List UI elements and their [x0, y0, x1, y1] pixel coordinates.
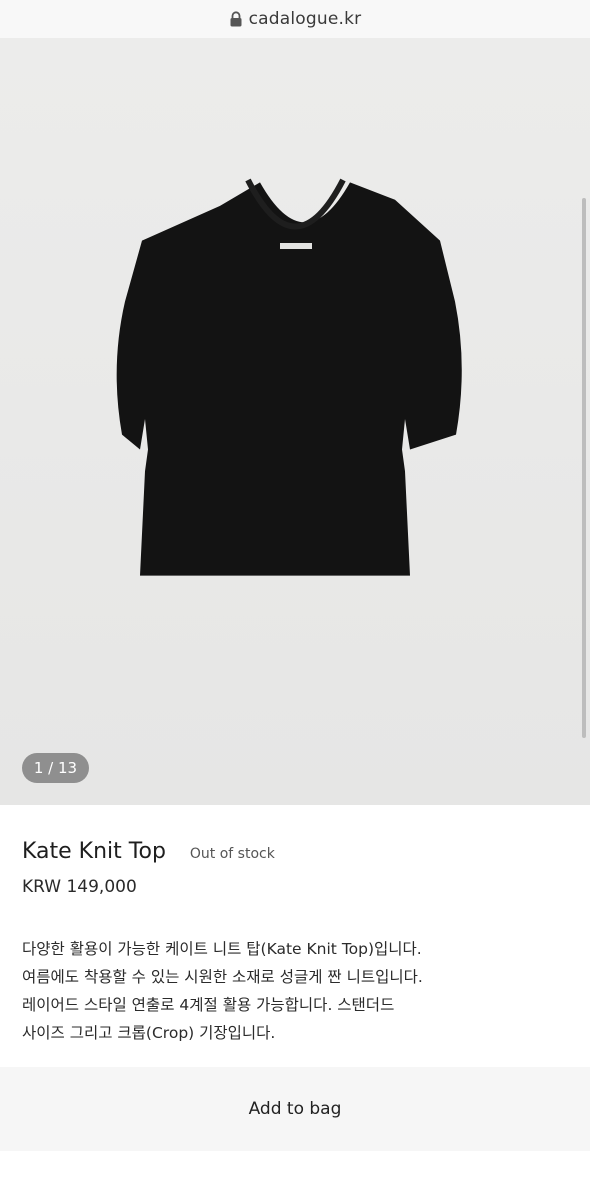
address-bar[interactable]: cadalogue.kr [0, 0, 590, 38]
title-row: Kate Knit Top Out of stock [22, 839, 275, 864]
product-description: 다양한 활용이 가능한 케이트 니트 탑(Kate Knit Top)입니다. … [22, 935, 572, 1047]
lock-icon [230, 11, 242, 27]
image-counter-badge: 1 / 13 [22, 753, 89, 783]
product-image-gallery[interactable]: 1 / 13 [0, 38, 590, 805]
product-image [116, 178, 462, 576]
description-line: 여름에도 착용할 수 있는 시원한 소재로 성글게 짠 니트입니다. [22, 968, 423, 986]
product-price: KRW 149,000 [22, 877, 137, 897]
url-display[interactable]: cadalogue.kr [229, 9, 362, 29]
description-line: 사이즈 그리고 크롭(Crop) 기장입니다. [22, 1024, 276, 1042]
description-line: 레이어드 스타일 연출로 4계절 활용 가능합니다. 스탠더드 [22, 996, 395, 1014]
product-title: Kate Knit Top [22, 839, 166, 864]
gallery-scrollbar[interactable] [582, 198, 586, 738]
url-text: cadalogue.kr [248, 9, 362, 29]
add-to-bag-button[interactable]: Add to bag [0, 1067, 590, 1151]
description-line: 다양한 활용이 가능한 케이트 니트 탑(Kate Knit Top)입니다. [22, 940, 422, 958]
stock-status: Out of stock [189, 846, 275, 862]
